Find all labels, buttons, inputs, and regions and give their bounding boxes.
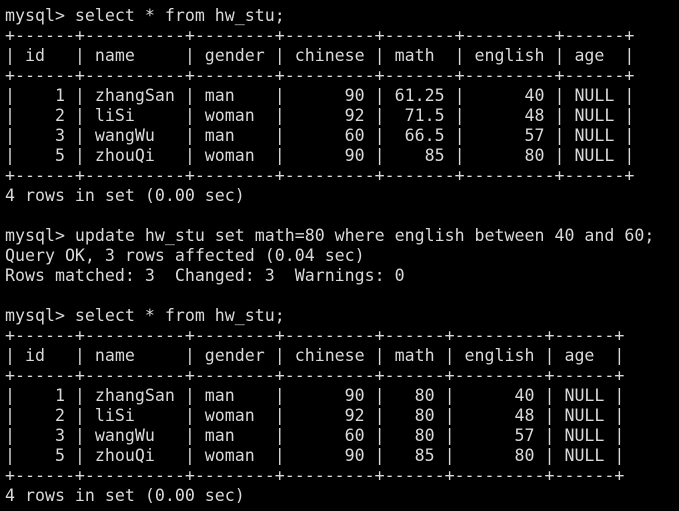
rows-matched-status: Rows matched: 3 Changed: 3 Warnings: 0 bbox=[5, 266, 405, 285]
table-border: +------+----------+--------+---------+--… bbox=[5, 466, 625, 485]
table-header-row: | id | name | gender | chinese | math | … bbox=[5, 46, 635, 65]
terminal-window[interactable]: mysql> select * from hw_stu; +------+---… bbox=[0, 0, 679, 511]
table-border: +------+----------+--------+---------+--… bbox=[5, 326, 625, 345]
table-header-row: | id | name | gender | chinese | math | … bbox=[5, 346, 625, 365]
command-line-select-1: mysql> select * from hw_stu; bbox=[5, 6, 285, 25]
table-row: | 3 | wangWu | man | 60 | 66.5 | 57 | NU… bbox=[5, 126, 635, 145]
table-row: | 1 | zhangSan | man | 90 | 80 | 40 | NU… bbox=[5, 386, 625, 405]
table-row: | 3 | wangWu | man | 60 | 80 | 57 | NULL… bbox=[5, 426, 625, 445]
command-line-update: mysql> update hw_stu set math=80 where e… bbox=[5, 226, 655, 245]
query-status: Query OK, 3 rows affected (0.04 sec) bbox=[5, 246, 365, 265]
command-line-select-2: mysql> select * from hw_stu; bbox=[5, 306, 285, 325]
table-border: +------+----------+--------+---------+--… bbox=[5, 366, 625, 385]
table-row: | 5 | zhouQi | woman | 90 | 85 | 80 | NU… bbox=[5, 146, 635, 165]
result-summary: 4 rows in set (0.00 sec) bbox=[5, 186, 245, 205]
table-row: | 2 | liSi | woman | 92 | 80 | 48 | NULL… bbox=[5, 406, 625, 425]
table-border: +------+----------+--------+---------+--… bbox=[5, 166, 635, 185]
result-summary: 4 rows in set (0.00 sec) bbox=[5, 486, 245, 505]
table-row: | 1 | zhangSan | man | 90 | 61.25 | 40 |… bbox=[5, 86, 635, 105]
table-row: | 2 | liSi | woman | 92 | 71.5 | 48 | NU… bbox=[5, 106, 635, 125]
table-border: +------+----------+--------+---------+--… bbox=[5, 66, 635, 85]
table-row: | 5 | zhouQi | woman | 90 | 85 | 80 | NU… bbox=[5, 446, 625, 465]
terminal-output: mysql> select * from hw_stu; +------+---… bbox=[5, 6, 654, 506]
table-border: +------+----------+--------+---------+--… bbox=[5, 26, 635, 45]
